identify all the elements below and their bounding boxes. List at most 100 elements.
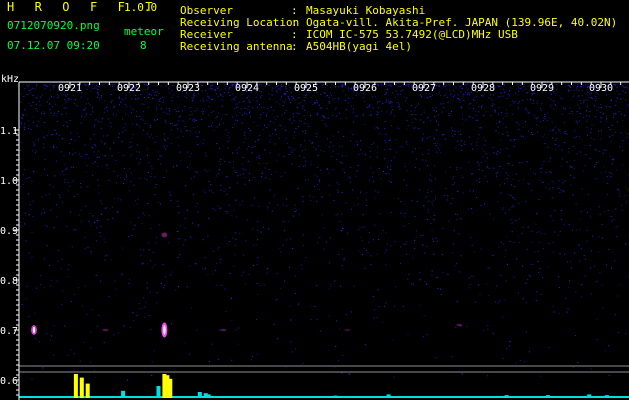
noise-speck xyxy=(510,195,512,196)
noise-speck xyxy=(207,96,209,98)
noise-speck xyxy=(400,85,402,87)
noise-speck xyxy=(99,232,101,234)
noise-speck xyxy=(609,155,611,157)
noise-speck xyxy=(386,111,388,113)
noise-speck xyxy=(454,182,456,184)
noise-speck xyxy=(611,163,613,165)
noise-speck xyxy=(506,113,508,115)
noise-speck xyxy=(36,124,38,126)
noise-speck xyxy=(267,206,269,208)
noise-speck xyxy=(550,106,552,108)
noise-speck xyxy=(235,119,237,121)
noise-speck xyxy=(257,125,259,126)
noise-speck xyxy=(184,96,185,98)
noise-speck xyxy=(490,98,492,99)
noise-speck xyxy=(604,211,605,213)
noise-speck xyxy=(49,193,50,195)
noise-speck xyxy=(609,136,611,138)
noise-speck xyxy=(146,88,148,90)
noise-speck xyxy=(42,367,44,369)
noise-speck xyxy=(179,225,181,227)
noise-speck xyxy=(66,167,68,169)
noise-speck xyxy=(304,140,306,142)
noise-speck xyxy=(368,241,370,243)
noise-speck xyxy=(33,170,35,172)
noise-speck xyxy=(156,135,158,137)
noise-speck xyxy=(177,123,179,125)
noise-speck xyxy=(460,255,462,257)
noise-speck xyxy=(373,239,375,241)
noise-speck xyxy=(479,169,480,170)
noise-speck xyxy=(340,84,342,86)
noise-speck xyxy=(316,175,318,177)
noise-speck xyxy=(395,84,397,86)
noise-speck xyxy=(138,217,140,219)
noise-speck xyxy=(386,243,388,245)
noise-speck xyxy=(452,252,453,254)
noise-speck xyxy=(347,232,349,234)
noise-speck xyxy=(616,86,618,88)
noise-speck xyxy=(358,153,360,155)
noise-speck xyxy=(538,272,540,273)
noise-speck xyxy=(469,116,471,118)
noise-speck xyxy=(522,90,524,92)
noise-speck xyxy=(487,267,489,269)
noise-speck xyxy=(460,140,462,142)
noise-speck xyxy=(402,84,404,86)
noise-speck xyxy=(125,95,127,97)
noise-speck xyxy=(476,96,478,98)
noise-speck xyxy=(518,101,520,103)
noise-speck xyxy=(269,141,271,143)
noise-speck xyxy=(137,198,139,200)
noise-speck xyxy=(91,225,92,227)
noise-speck xyxy=(25,240,27,242)
noise-speck xyxy=(343,168,345,170)
noise-speck xyxy=(298,102,300,104)
noise-speck xyxy=(135,95,136,97)
noise-speck xyxy=(395,139,397,141)
noise-speck xyxy=(295,99,297,101)
noise-speck xyxy=(330,237,332,239)
noise-speck xyxy=(136,203,138,205)
noise-speck xyxy=(300,144,302,146)
noise-speck xyxy=(187,151,189,153)
noise-speck xyxy=(123,325,125,327)
noise-speck xyxy=(186,286,188,288)
noise-speck xyxy=(566,311,568,313)
noise-speck xyxy=(448,115,450,117)
noise-speck xyxy=(477,138,479,139)
noise-speck xyxy=(148,315,150,317)
noise-speck xyxy=(84,116,86,118)
noise-speck xyxy=(569,184,571,186)
noise-speck xyxy=(26,178,28,180)
noise-speck xyxy=(144,214,146,216)
noise-speck xyxy=(237,175,239,177)
noise-speck xyxy=(260,114,261,115)
noise-speck xyxy=(298,166,300,168)
noise-speck xyxy=(532,103,534,104)
noise-speck xyxy=(276,101,278,103)
noise-speck xyxy=(528,112,530,114)
noise-speck xyxy=(107,167,109,169)
noise-speck xyxy=(362,254,364,256)
noise-speck xyxy=(440,95,442,97)
noise-speck xyxy=(162,145,164,147)
noise-speck xyxy=(150,228,152,230)
noise-speck xyxy=(202,113,204,115)
noise-speck xyxy=(624,86,626,88)
noise-speck xyxy=(526,92,528,94)
noise-speck xyxy=(28,84,30,86)
noise-speck xyxy=(53,145,54,147)
x-tick-label: 0930 xyxy=(589,83,613,94)
noise-speck xyxy=(509,241,511,242)
meteor-echo xyxy=(344,328,351,332)
noise-speck xyxy=(586,99,588,101)
noise-speck xyxy=(485,111,487,113)
noise-speck xyxy=(445,188,447,189)
noise-speck xyxy=(158,104,160,106)
noise-speck xyxy=(209,88,211,90)
noise-speck xyxy=(31,256,33,258)
noise-speck xyxy=(433,136,435,138)
noise-speck xyxy=(563,132,565,134)
noise-speck xyxy=(460,218,462,220)
